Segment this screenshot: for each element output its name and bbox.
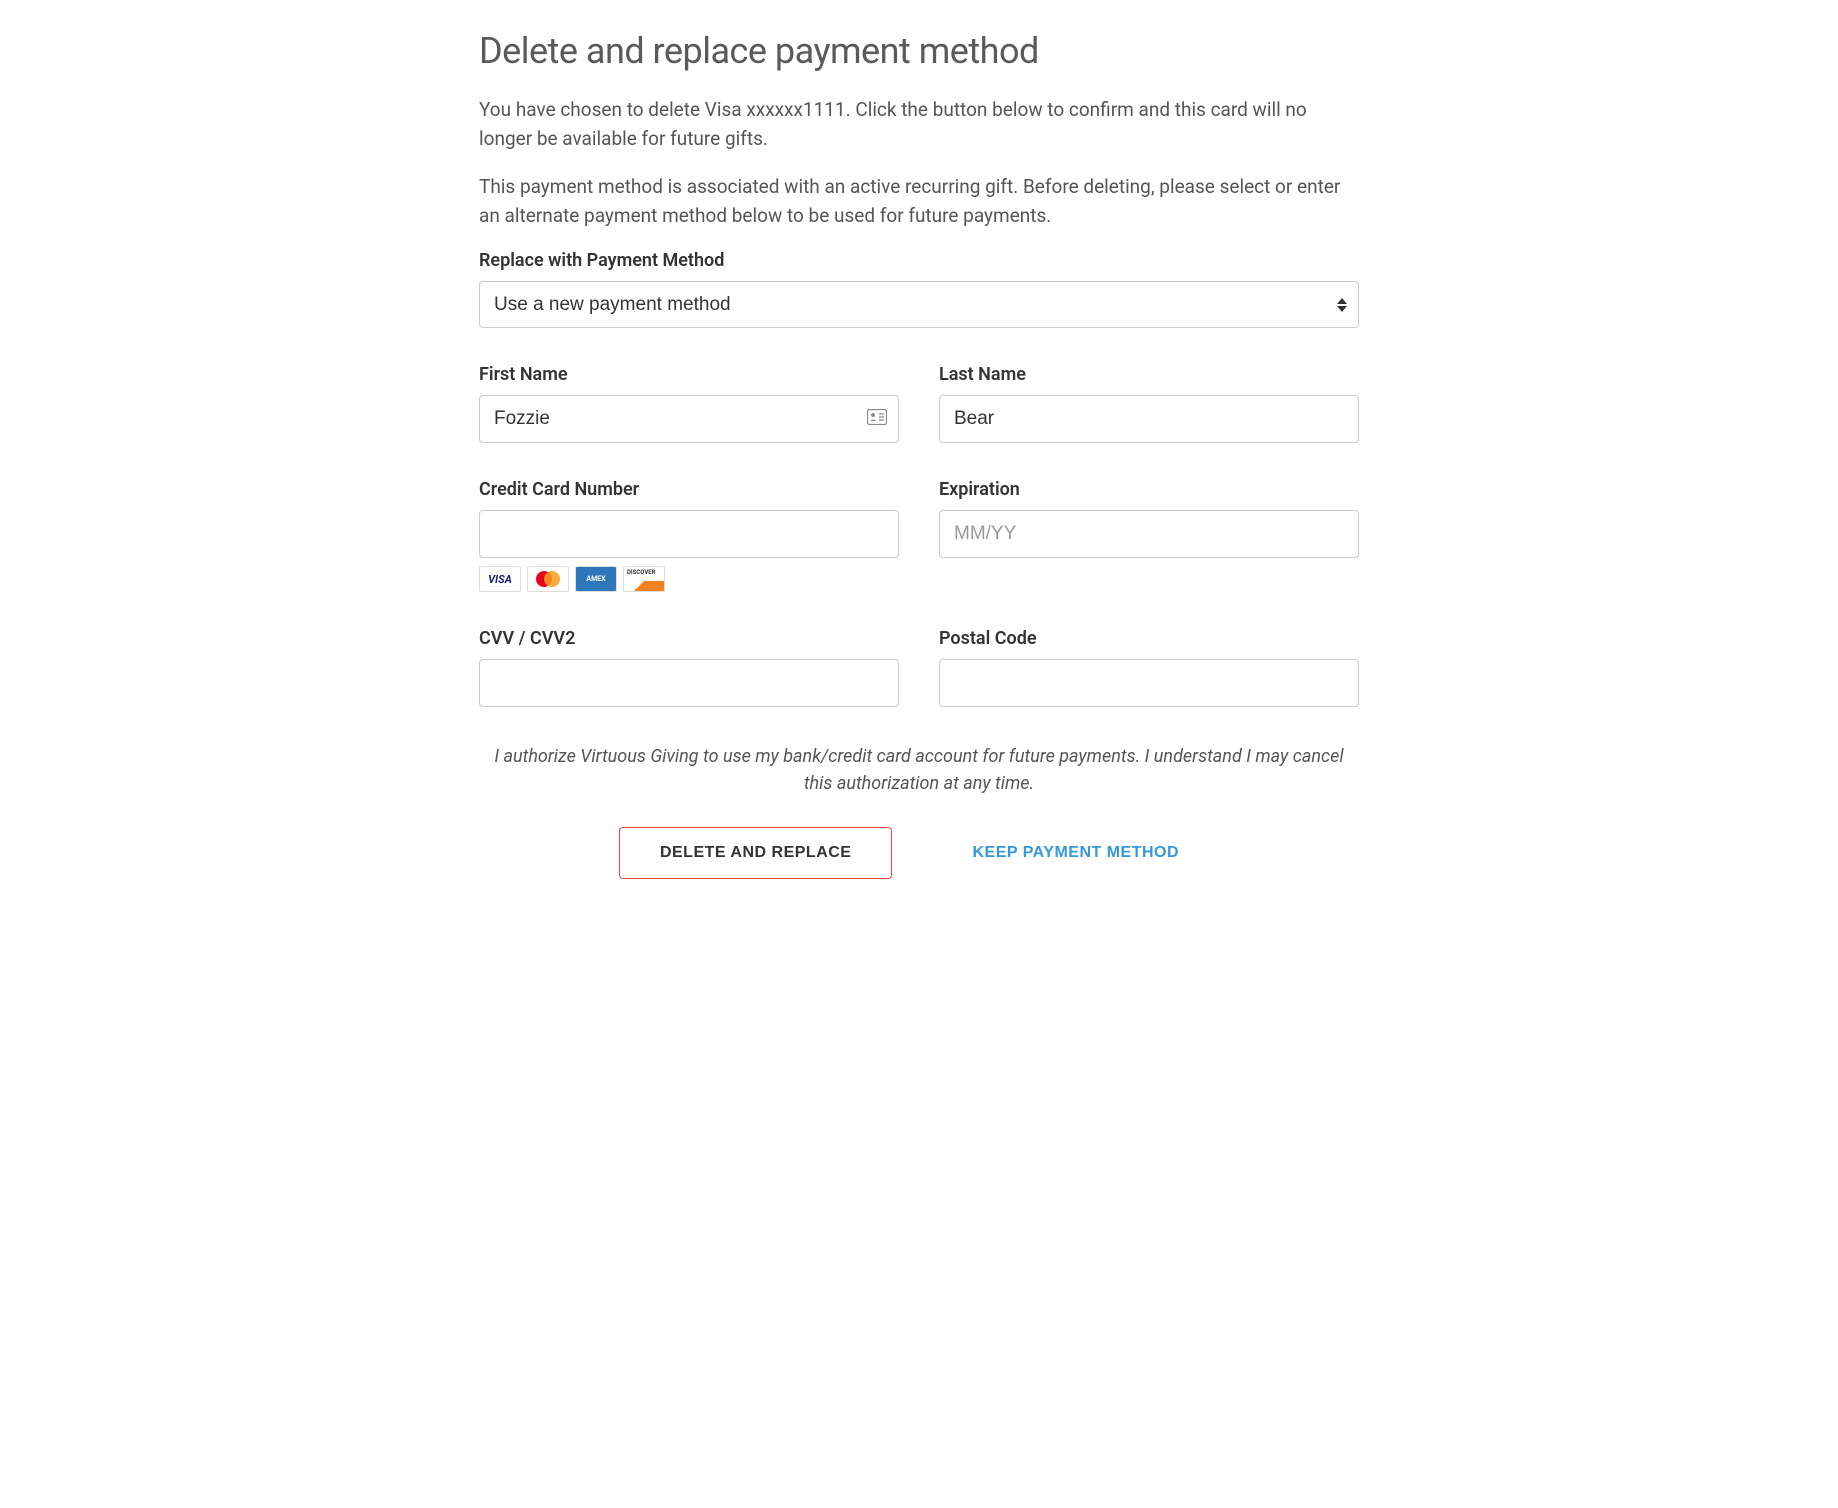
expiration-label: Expiration	[939, 479, 1359, 500]
replace-method-select[interactable]: Use a new payment method	[479, 281, 1359, 328]
last-name-label: Last Name	[939, 364, 1359, 385]
delete-replace-payment-form: Delete and replace payment method You ha…	[459, 30, 1379, 879]
cvv-input[interactable]	[479, 659, 899, 707]
expiration-input[interactable]	[939, 510, 1359, 558]
recurring-warning-text: This payment method is associated with a…	[479, 173, 1359, 230]
amex-icon: AMEX	[575, 566, 617, 592]
first-name-label: First Name	[479, 364, 899, 385]
delete-and-replace-button[interactable]: DELETE AND REPLACE	[619, 827, 893, 879]
keep-payment-method-button[interactable]: KEEP PAYMENT METHOD	[932, 828, 1219, 878]
last-name-input[interactable]	[939, 395, 1359, 443]
first-name-input[interactable]	[479, 395, 899, 443]
cc-number-label: Credit Card Number	[479, 479, 899, 500]
mastercard-icon	[527, 566, 569, 592]
authorization-text: I authorize Virtuous Giving to use my ba…	[479, 743, 1359, 797]
cc-number-input[interactable]	[479, 510, 899, 558]
visa-icon: VISA	[479, 566, 521, 592]
postal-code-input[interactable]	[939, 659, 1359, 707]
cvv-label: CVV / CVV2	[479, 628, 899, 649]
confirm-delete-text: You have chosen to delete Visa xxxxxx111…	[479, 96, 1359, 153]
discover-icon: DISCOVER	[623, 566, 665, 592]
postal-code-label: Postal Code	[939, 628, 1359, 649]
replace-method-label: Replace with Payment Method	[479, 250, 1359, 271]
accepted-cards-row: VISA AMEX DISCOVER	[479, 566, 899, 592]
page-title: Delete and replace payment method	[479, 30, 1359, 72]
